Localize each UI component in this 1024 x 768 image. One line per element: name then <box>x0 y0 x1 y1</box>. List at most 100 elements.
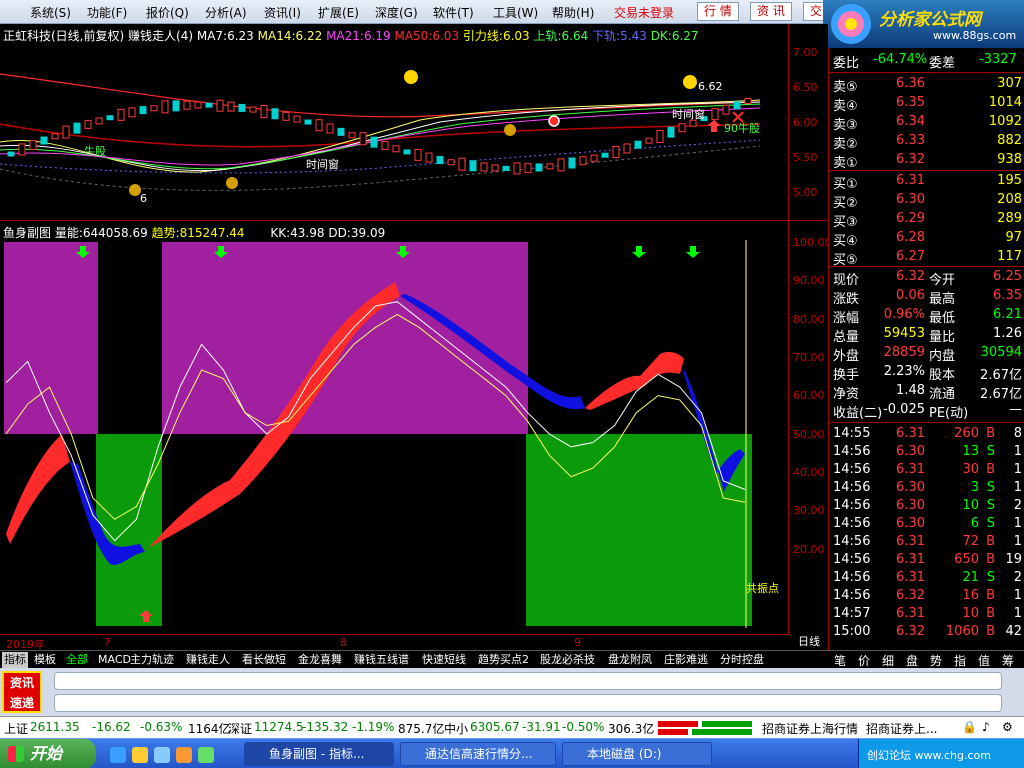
task-disk-window[interactable]: 本地磁盘 (D:) <box>562 742 712 766</box>
bid-volume: 195 <box>997 173 1022 188</box>
ask-row[interactable]: 卖③ 6.34 1092 <box>829 114 1024 133</box>
lower-value: 下轨:5.43 <box>592 29 647 43</box>
stat-row[interactable]: 涨幅 0.96% 最低 6.21 <box>829 307 1024 326</box>
tick-row[interactable]: 14:56 6.30 6 S 1 <box>829 516 1024 534</box>
quote-tab[interactable]: 盘 <box>906 652 918 669</box>
bid-row[interactable]: 买⑤ 6.27 117 <box>829 249 1024 268</box>
menu-analysis[interactable]: 分析(A) <box>205 4 247 21</box>
date-axis: 2019年 7 8 9 <box>0 634 828 651</box>
tab-kanchang[interactable]: 看长做短 <box>240 652 288 668</box>
news-ticker-2[interactable] <box>54 694 1002 712</box>
ask-row[interactable]: 卖④ 6.35 1014 <box>829 95 1024 114</box>
menu-software[interactable]: 软件(T) <box>433 4 474 21</box>
tab-wuxianpu[interactable]: 赚钱五线谱 <box>352 652 411 668</box>
quote-tab[interactable]: 值 <box>978 652 990 669</box>
tab-panlong[interactable]: 盘龙附凤 <box>606 652 654 668</box>
news-ticker-1[interactable] <box>54 672 1002 690</box>
sub-tick: 50.00 <box>793 428 825 441</box>
tick-row[interactable]: 14:56 6.30 10 S 2 <box>829 498 1024 516</box>
stock-title: 正虹科技(日线,前复权) <box>3 29 125 43</box>
stat-row[interactable]: 总量 59453 量比 1.26 <box>829 326 1024 345</box>
task-tdx-window[interactable]: 通达信高速行情分... <box>400 742 556 766</box>
tab-kuaisu[interactable]: 快速短线 <box>420 652 468 668</box>
bell-icon[interactable]: ♪ <box>982 720 990 734</box>
quote-tab[interactable]: 势 <box>930 652 942 669</box>
quote-tab[interactable]: 价 <box>858 652 870 669</box>
news-logo[interactable]: 资讯 速递 <box>2 671 42 713</box>
menu-system[interactable]: 系统(S) <box>30 4 71 21</box>
folder-icon[interactable] <box>132 747 148 763</box>
weicha-label: 委差 <box>929 56 956 71</box>
stat-row[interactable]: 现价 6.32 今开 6.25 <box>829 269 1024 288</box>
media-icon[interactable] <box>176 747 192 763</box>
tab-fenshi[interactable]: 分时控盘 <box>718 652 766 668</box>
menu-quote[interactable]: 报价(Q) <box>146 4 189 21</box>
start-button[interactable]: 开始 <box>0 739 96 768</box>
tick-row[interactable]: 15:00 6.32 1060 B 42 <box>829 624 1024 642</box>
quote-tab[interactable]: 指 <box>954 652 966 669</box>
logo-text: 分析家公式网 <box>879 10 981 30</box>
sh-label: 上证 <box>4 722 29 736</box>
tick-count: 2 <box>1013 570 1022 585</box>
bid-row[interactable]: 买③ 6.29 289 <box>829 211 1024 230</box>
quote-tab[interactable]: 细 <box>882 652 894 669</box>
tab-all[interactable]: 全部 <box>64 652 90 668</box>
tick-time: 14:56 <box>833 516 871 531</box>
bid-row[interactable]: 买④ 6.28 97 <box>829 230 1024 249</box>
tick-row[interactable]: 14:55 6.31 260 B 8 <box>829 426 1024 444</box>
quote-panel: 委比 -64.74% 委差 -3327 卖⑤ 6.36 307 卖④ 6.35 1014 卖… <box>828 48 1024 650</box>
tab-indicator[interactable]: 指标 <box>2 652 28 668</box>
stat-row[interactable]: 外盘 28859 内盘 30594 <box>829 345 1024 364</box>
quote-tab[interactable]: 筹 <box>1002 652 1014 669</box>
tick-row[interactable]: 14:56 6.31 21 S 2 <box>829 570 1024 588</box>
stat-row[interactable]: 收益(二) -0.025 PE(动) — <box>829 402 1024 421</box>
info-button[interactable]: 资 讯 <box>750 2 792 21</box>
tab-zhuangying[interactable]: 庄影难逃 <box>662 652 710 668</box>
sub-chart-legend: 鱼身副图 量能:644058.69 趋势:815247.44 KK:43.98 … <box>3 224 385 241</box>
stat-row[interactable]: 净资 1.48 流通 2.67亿 <box>829 383 1024 402</box>
menu-info[interactable]: 资讯(I) <box>264 4 301 21</box>
period-button[interactable]: 日线 <box>790 634 828 650</box>
ask-row[interactable]: 卖⑤ 6.36 307 <box>829 76 1024 95</box>
stat-row[interactable]: 换手 2.23% 股本 2.67亿 <box>829 364 1024 383</box>
tab-template[interactable]: 模板 <box>32 652 58 668</box>
tick-row[interactable]: 14:56 6.31 72 B 1 <box>829 534 1024 552</box>
trend-value: 趋势:815247.44 <box>151 226 245 240</box>
tab-gulong[interactable]: 股龙必杀技 <box>538 652 597 668</box>
indicator-tabs: 指标 模板 全部 MACD 主力轨迹 赚钱走人 看长做短 金龙喜舞 赚钱五线谱 … <box>0 650 828 668</box>
tab-jinlong[interactable]: 金龙喜舞 <box>296 652 344 668</box>
candle <box>117 108 125 121</box>
tick-row[interactable]: 14:56 6.32 16 B 1 <box>829 588 1024 606</box>
stat-row[interactable]: 涨跌 0.06 最高 6.35 <box>829 288 1024 307</box>
bid-row[interactable]: 买① 6.31 195 <box>829 173 1024 192</box>
menu-tools[interactable]: 工具(W) <box>493 4 538 21</box>
ask-row[interactable]: 卖② 6.33 882 <box>829 133 1024 152</box>
bid-row[interactable]: 买② 6.30 208 <box>829 192 1024 211</box>
menu-depth[interactable]: 深度(G) <box>375 4 418 21</box>
ask-row[interactable]: 卖① 6.32 938 <box>829 152 1024 171</box>
quote-tab[interactable]: 笔 <box>834 652 846 669</box>
app-icon[interactable] <box>198 747 214 763</box>
candle <box>370 136 378 148</box>
tick-time: 14:56 <box>833 588 871 603</box>
quote-button[interactable]: 行 情 <box>697 2 739 21</box>
menu-function[interactable]: 功能(F) <box>87 4 127 21</box>
tick-row[interactable]: 14:57 6.31 10 B 1 <box>829 606 1024 624</box>
menu-help[interactable]: 帮助(H) <box>552 4 594 21</box>
candle <box>315 119 323 132</box>
tick-row[interactable]: 14:56 6.31 650 B 19 <box>829 552 1024 570</box>
menu-extend[interactable]: 扩展(E) <box>318 4 359 21</box>
tick-row[interactable]: 14:56 6.31 30 B 1 <box>829 462 1024 480</box>
lock-icon[interactable]: 🔒 <box>962 720 977 734</box>
tick-row[interactable]: 14:56 6.30 3 S 1 <box>829 480 1024 498</box>
tab-zhuanqian[interactable]: 赚钱走人 <box>184 652 232 668</box>
tab-qushi[interactable]: 趋势买点2 <box>476 652 531 668</box>
settings-icon[interactable]: ⚙ <box>1002 720 1013 734</box>
desktop-icon[interactable] <box>154 747 170 763</box>
tab-main-track[interactable]: 主力轨迹 <box>128 652 176 668</box>
tick-row[interactable]: 14:56 6.30 13 S 1 <box>829 444 1024 462</box>
task-indicator-window[interactable]: 鱼身副图 - 指标... <box>244 742 394 766</box>
chart-zone[interactable]: 正虹科技(日线,前复权) 赚钱走人(4) MA7:6.23 MA14:6.22 … <box>0 24 832 651</box>
ie-icon[interactable] <box>110 747 126 763</box>
weibi-value: -64.74% <box>873 52 928 67</box>
